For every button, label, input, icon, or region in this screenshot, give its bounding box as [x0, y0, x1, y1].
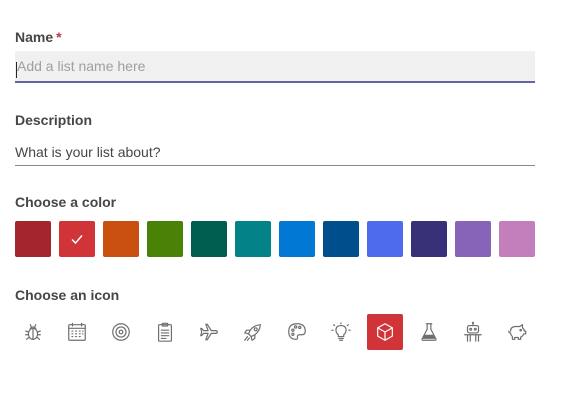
icon-option-clipboard[interactable]	[147, 314, 183, 350]
color-swatch-row	[15, 221, 535, 257]
icon-option-cube[interactable]	[367, 314, 403, 350]
color-swatch[interactable]	[191, 221, 227, 257]
lightbulb-icon	[331, 322, 351, 341]
icon-option-target[interactable]	[103, 314, 139, 350]
color-swatch[interactable]	[323, 221, 359, 257]
color-swatch[interactable]	[103, 221, 139, 257]
palette-icon	[288, 323, 306, 340]
cube-icon	[377, 323, 393, 341]
icon-option-palette[interactable]	[279, 314, 315, 350]
icon-option-robot[interactable]	[455, 314, 491, 350]
robot-icon	[464, 321, 482, 342]
color-swatch[interactable]	[499, 221, 535, 257]
color-swatch[interactable]	[147, 221, 183, 257]
color-swatch[interactable]	[367, 221, 403, 257]
beaker-icon	[421, 323, 437, 341]
icon-option-lightbulb[interactable]	[323, 314, 359, 350]
bug-icon	[25, 324, 41, 340]
piggy-bank-icon	[508, 324, 527, 340]
color-swatch[interactable]	[279, 221, 315, 257]
color-swatch[interactable]	[411, 221, 447, 257]
clipboard-icon	[157, 322, 173, 342]
icon-option-bug[interactable]	[15, 314, 51, 350]
name-label: Name *	[15, 29, 62, 45]
color-swatch[interactable]	[15, 221, 51, 257]
name-label-text: Name	[15, 29, 54, 45]
color-swatch[interactable]	[235, 221, 271, 257]
icon-option-calendar[interactable]	[59, 314, 95, 350]
rocket-icon	[244, 324, 261, 341]
choose-icon-label: Choose an icon	[15, 287, 120, 303]
description-label: Description	[15, 112, 93, 128]
icon-option-piggy-bank[interactable]	[499, 314, 535, 350]
icon-option-row	[15, 314, 535, 350]
choose-color-label: Choose a color	[15, 194, 117, 210]
color-swatch[interactable]	[455, 221, 491, 257]
airplane-icon	[200, 323, 218, 341]
checkmark-icon	[71, 235, 83, 245]
description-input[interactable]	[15, 138, 535, 166]
icon-option-rocket[interactable]	[235, 314, 271, 350]
text-caret	[16, 62, 17, 78]
target-icon	[112, 323, 130, 341]
list-name-input[interactable]	[15, 51, 535, 83]
icon-option-airplane[interactable]	[191, 314, 227, 350]
calendar-icon	[68, 322, 86, 341]
color-swatch[interactable]	[59, 221, 95, 257]
icon-option-beaker[interactable]	[411, 314, 447, 350]
required-mark: *	[56, 29, 62, 45]
